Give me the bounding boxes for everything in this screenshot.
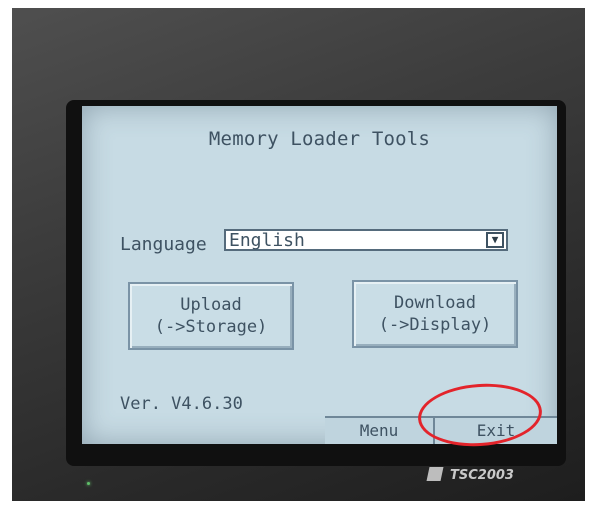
version-text: Ver. V4.6.30	[120, 394, 243, 414]
device-model: TSC2003	[450, 468, 514, 483]
chevron-down-icon[interactable]: ▼	[486, 232, 504, 248]
upload-button[interactable]: Upload (->Storage)	[128, 282, 294, 350]
device-brand: TSC2003	[426, 466, 578, 486]
page-title: Memory Loader Tools	[208, 128, 431, 150]
language-label: Language	[120, 234, 207, 255]
language-selected-value: English	[229, 230, 305, 251]
power-led	[87, 482, 90, 485]
download-button-sublabel: (->Display)	[378, 315, 492, 335]
download-button[interactable]: Download (->Display)	[352, 280, 518, 348]
upload-button-label: Upload	[180, 295, 242, 315]
brand-logo-icon	[426, 467, 444, 481]
upload-button-sublabel: (->Storage)	[154, 317, 268, 337]
download-button-label: Download	[394, 293, 476, 313]
language-select[interactable]: English ▼	[224, 229, 508, 251]
